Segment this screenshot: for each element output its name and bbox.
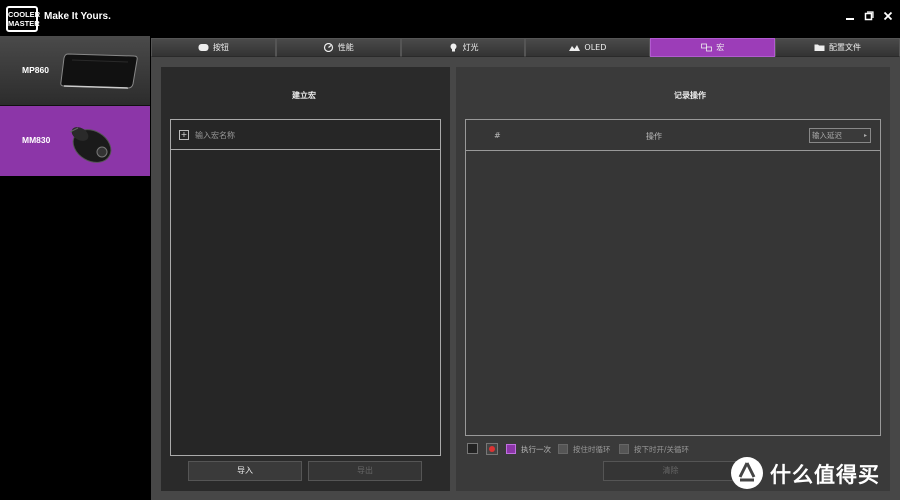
clear-button[interactable]: 清除 xyxy=(603,461,738,481)
column-index: # xyxy=(494,131,501,140)
loop-while-held-label: 按住时循环 xyxy=(573,445,611,454)
tab-label: 性能 xyxy=(337,43,354,52)
tab-label: OLED xyxy=(584,43,607,52)
delay-input[interactable]: 输入延迟 ▸ xyxy=(809,128,871,143)
tab-label: 灯光 xyxy=(462,43,479,52)
macro-list: + 输入宏名称 xyxy=(170,119,441,456)
device-sidebar: MP860 MM830 xyxy=(0,36,150,500)
macro-name-input[interactable]: 输入宏名称 xyxy=(195,130,235,141)
tab-oled[interactable]: OLED xyxy=(525,38,651,57)
device-label: MM830 xyxy=(22,135,51,145)
watermark-text: 什么值得买 xyxy=(770,463,880,487)
action-list: # 操作 输入延迟 ▸ xyxy=(465,119,881,436)
logo-line2: MASTER xyxy=(8,19,40,28)
tab-profiles[interactable]: 配置文件 xyxy=(775,38,900,57)
stop-button[interactable] xyxy=(467,443,478,454)
tab-buttons[interactable]: 按钮 xyxy=(151,38,276,57)
record-button[interactable] xyxy=(486,443,498,455)
bulb-icon xyxy=(450,43,457,52)
tab-macro[interactable]: 宏 xyxy=(650,38,776,57)
device-item-mm830[interactable]: MM830 xyxy=(0,106,150,176)
toggle-loop-checkbox[interactable] xyxy=(619,444,629,454)
watermark-logo-icon xyxy=(738,462,756,482)
macro-icon xyxy=(701,43,713,52)
tab-bar: 按钮 性能 灯光 OLED 宏 配置文件 xyxy=(151,38,900,57)
action-list-header: # 操作 输入延迟 ▸ xyxy=(466,120,880,151)
import-button[interactable]: 导入 xyxy=(188,461,302,481)
tab-performance[interactable]: 性能 xyxy=(275,38,401,57)
tab-label: 按钮 xyxy=(212,43,229,52)
cooler-master-logo: COOLER MASTER xyxy=(6,6,41,32)
device-label: MP860 xyxy=(22,65,49,75)
run-once-label: 执行一次 xyxy=(521,445,551,454)
minimize-icon[interactable] xyxy=(842,11,858,25)
loop-while-held-checkbox[interactable] xyxy=(558,444,568,454)
mousepad-icon xyxy=(60,53,138,89)
oled-icon xyxy=(569,45,581,51)
restore-icon[interactable] xyxy=(861,11,877,25)
tab-label: 配置文件 xyxy=(829,43,862,52)
create-macro-title: 建立宏 xyxy=(292,91,316,100)
tagline: Make It Yours. xyxy=(44,11,111,22)
record-actions-title: 记录操作 xyxy=(674,91,706,100)
run-once-checkbox[interactable] xyxy=(506,444,516,454)
gauge-icon xyxy=(323,43,333,52)
folder-icon xyxy=(814,44,825,51)
mouse-button-icon xyxy=(198,44,209,51)
tab-label: 宏 xyxy=(716,43,725,52)
column-action: 操作 xyxy=(646,132,662,141)
tab-lighting[interactable]: 灯光 xyxy=(400,38,526,57)
device-item-mp860[interactable]: MP860 xyxy=(0,36,150,106)
add-macro-icon[interactable]: + xyxy=(179,130,189,140)
delay-placeholder: 输入延迟 xyxy=(812,131,842,140)
chevron-right-icon[interactable]: ▸ xyxy=(864,129,867,142)
watermark-logo xyxy=(731,457,763,489)
export-button[interactable]: 导出 xyxy=(308,461,422,481)
title-bar: COOLER MASTER Make It Yours. xyxy=(0,0,900,36)
logo-line1: COOLER xyxy=(8,10,41,19)
toggle-loop-label: 按下时开/关循环 xyxy=(634,445,690,454)
record-icon xyxy=(489,446,495,452)
close-icon[interactable] xyxy=(880,11,896,25)
macro-name-row[interactable]: + 输入宏名称 xyxy=(171,120,440,150)
mouse-icon xyxy=(69,127,112,163)
